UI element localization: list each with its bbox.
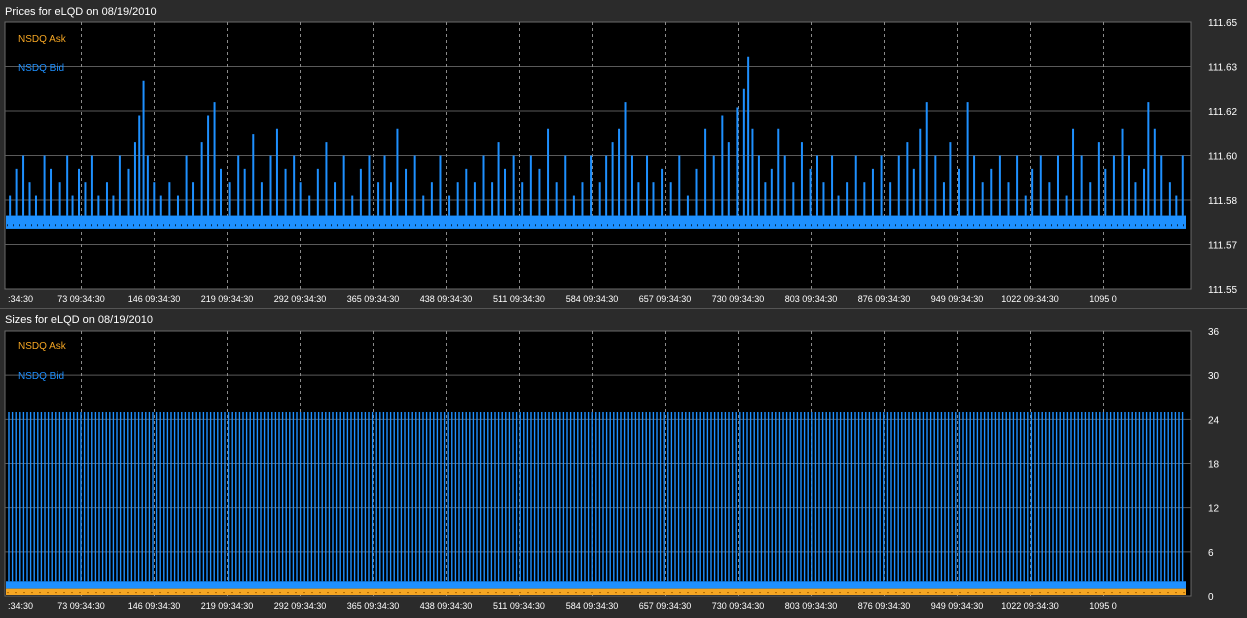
price-y-tick-label: 111.65 <box>1208 18 1238 29</box>
size-y-tick-label: 18 <box>1208 460 1220 471</box>
size-x-tick-label: 1095 0 <box>1089 601 1117 611</box>
price-x-tick-label: 803 09:34:30 <box>785 294 838 304</box>
size-x-tick-label: 1022 09:34:30 <box>1001 601 1059 611</box>
size-x-tick-label: 365 09:34:30 <box>347 601 400 611</box>
size-x-tick-label: 657 09:34:30 <box>639 601 692 611</box>
price-x-tick-label: 657 09:34:30 <box>639 294 692 304</box>
price-x-tick-label: 365 09:34:30 <box>347 294 400 304</box>
price-y-tick-label: 111.58 <box>1208 196 1238 207</box>
price-chart-title: Prices for eLQD on 08/19/2010 <box>5 6 157 18</box>
size-panel: Sizes for eLQD on 08/19/2010 NSDQ Ask NS… <box>0 308 1247 613</box>
size-y-tick-label: 30 <box>1208 371 1220 382</box>
ask-size-floor <box>6 588 1186 595</box>
price-x-tick-label: 1095 0 <box>1089 294 1117 304</box>
price-y-tick-label: 111.63 <box>1208 63 1238 74</box>
price-legend-ask: NSDQ Ask <box>18 34 67 45</box>
price-x-tick-label: 219 09:34:30 <box>201 294 254 304</box>
price-y-tick-label: 111.60 <box>1208 152 1238 163</box>
price-x-tick-label: 146 09:34:30 <box>128 294 181 304</box>
price-y-tick-label: 111.62 <box>1208 107 1238 118</box>
size-x-tick-label: 730 09:34:30 <box>712 601 765 611</box>
price-x-tick-label: 949 09:34:30 <box>931 294 984 304</box>
price-x-tick-label: 438 09:34:30 <box>420 294 473 304</box>
price-x-tick-label: 1022 09:34:30 <box>1001 294 1059 304</box>
price-x-tick-label: 584 09:34:30 <box>566 294 619 304</box>
size-x-tick-label: 73 09:34:30 <box>57 601 105 611</box>
size-chart-title: Sizes for eLQD on 08/19/2010 <box>5 314 153 326</box>
size-x-tick-label: 876 09:34:30 <box>858 601 911 611</box>
price-x-tick-label: 73 09:34:30 <box>57 294 105 304</box>
price-y-tick-label: 111.57 <box>1208 241 1238 252</box>
size-y-tick-label: 36 <box>1208 327 1220 338</box>
size-x-tick-label: 803 09:34:30 <box>785 601 838 611</box>
bid-size-floor <box>6 581 1186 589</box>
price-legend-bid: NSDQ Bid <box>18 63 64 74</box>
size-x-tick-label: :34:30 <box>8 601 33 611</box>
chart-canvas: Prices for eLQD on 08/19/2010 NSDQ Ask N… <box>0 0 1247 613</box>
size-y-tick-label: 0 <box>1208 592 1214 603</box>
size-x-tick-label: 584 09:34:30 <box>566 601 619 611</box>
size-x-tick-label: 438 09:34:30 <box>420 601 473 611</box>
price-x-tick-label: 292 09:34:30 <box>274 294 327 304</box>
size-x-tick-label: 219 09:34:30 <box>201 601 254 611</box>
price-panel: Prices for eLQD on 08/19/2010 NSDQ Ask N… <box>0 0 1247 308</box>
price-x-tick-label: 876 09:34:30 <box>858 294 911 304</box>
size-y-tick-label: 12 <box>1208 504 1220 515</box>
size-x-tick-label: 292 09:34:30 <box>274 601 327 611</box>
chart-window: Prices for eLQD on 08/19/2010 NSDQ Ask N… <box>0 0 1247 613</box>
size-legend-bid: NSDQ Bid <box>18 371 64 382</box>
size-x-tick-label: 949 09:34:30 <box>931 601 984 611</box>
size-x-tick-label: 511 09:34:30 <box>493 601 545 611</box>
size-x-tick-label: 146 09:34:30 <box>128 601 181 611</box>
price-y-tick-label: 111.55 <box>1208 285 1238 296</box>
size-legend-ask: NSDQ Ask <box>18 341 67 352</box>
price-x-tick-label: 730 09:34:30 <box>712 294 765 304</box>
size-y-tick-label: 24 <box>1208 415 1220 426</box>
price-x-tick-label: :34:30 <box>8 294 33 304</box>
size-y-tick-label: 6 <box>1208 548 1214 559</box>
price-x-tick-label: 511 09:34:30 <box>493 294 545 304</box>
bid-price-band <box>6 215 1186 229</box>
